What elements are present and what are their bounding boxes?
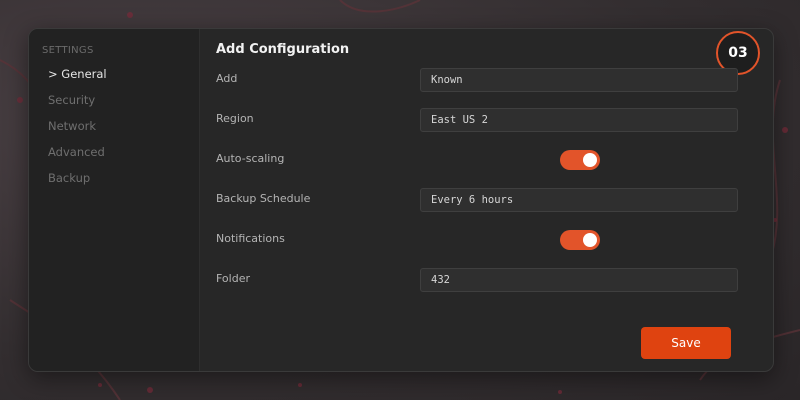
settings-panel: SETTINGS > General Security Network Adva… — [28, 28, 774, 372]
sidebar-item-network[interactable]: Network — [48, 119, 96, 133]
settings-sidebar: SETTINGS > General Security Network Adva… — [29, 29, 200, 371]
toggle-knob — [583, 233, 597, 247]
sidebar-item-advanced[interactable]: Advanced — [48, 145, 105, 159]
main-content: Add Configuration 03 Add Known Region Ea… — [199, 29, 773, 371]
page-title: Add Configuration — [216, 42, 350, 57]
folder-label: Folder — [216, 272, 250, 285]
auto-scaling-toggle[interactable] — [560, 150, 600, 170]
add-input[interactable]: Known — [420, 68, 738, 92]
notifications-toggle[interactable] — [560, 230, 600, 250]
sidebar-item-general[interactable]: > General — [48, 67, 107, 81]
sidebar-heading: SETTINGS — [42, 45, 94, 56]
sidebar-item-security[interactable]: Security — [48, 93, 95, 107]
notifications-label: Notifications — [216, 232, 285, 245]
save-button[interactable]: Save — [641, 327, 731, 359]
folder-input[interactable]: 432 — [420, 268, 738, 292]
sidebar-item-backup[interactable]: Backup — [48, 171, 90, 185]
region-input[interactable]: East US 2 — [420, 108, 738, 132]
backup-schedule-input[interactable]: Every 6 hours — [420, 188, 738, 212]
region-label: Region — [216, 112, 254, 125]
toggle-knob — [583, 153, 597, 167]
add-label: Add — [216, 72, 238, 85]
backup-schedule-label: Backup Schedule — [216, 192, 311, 205]
auto-scaling-label: Auto-scaling — [216, 152, 285, 165]
